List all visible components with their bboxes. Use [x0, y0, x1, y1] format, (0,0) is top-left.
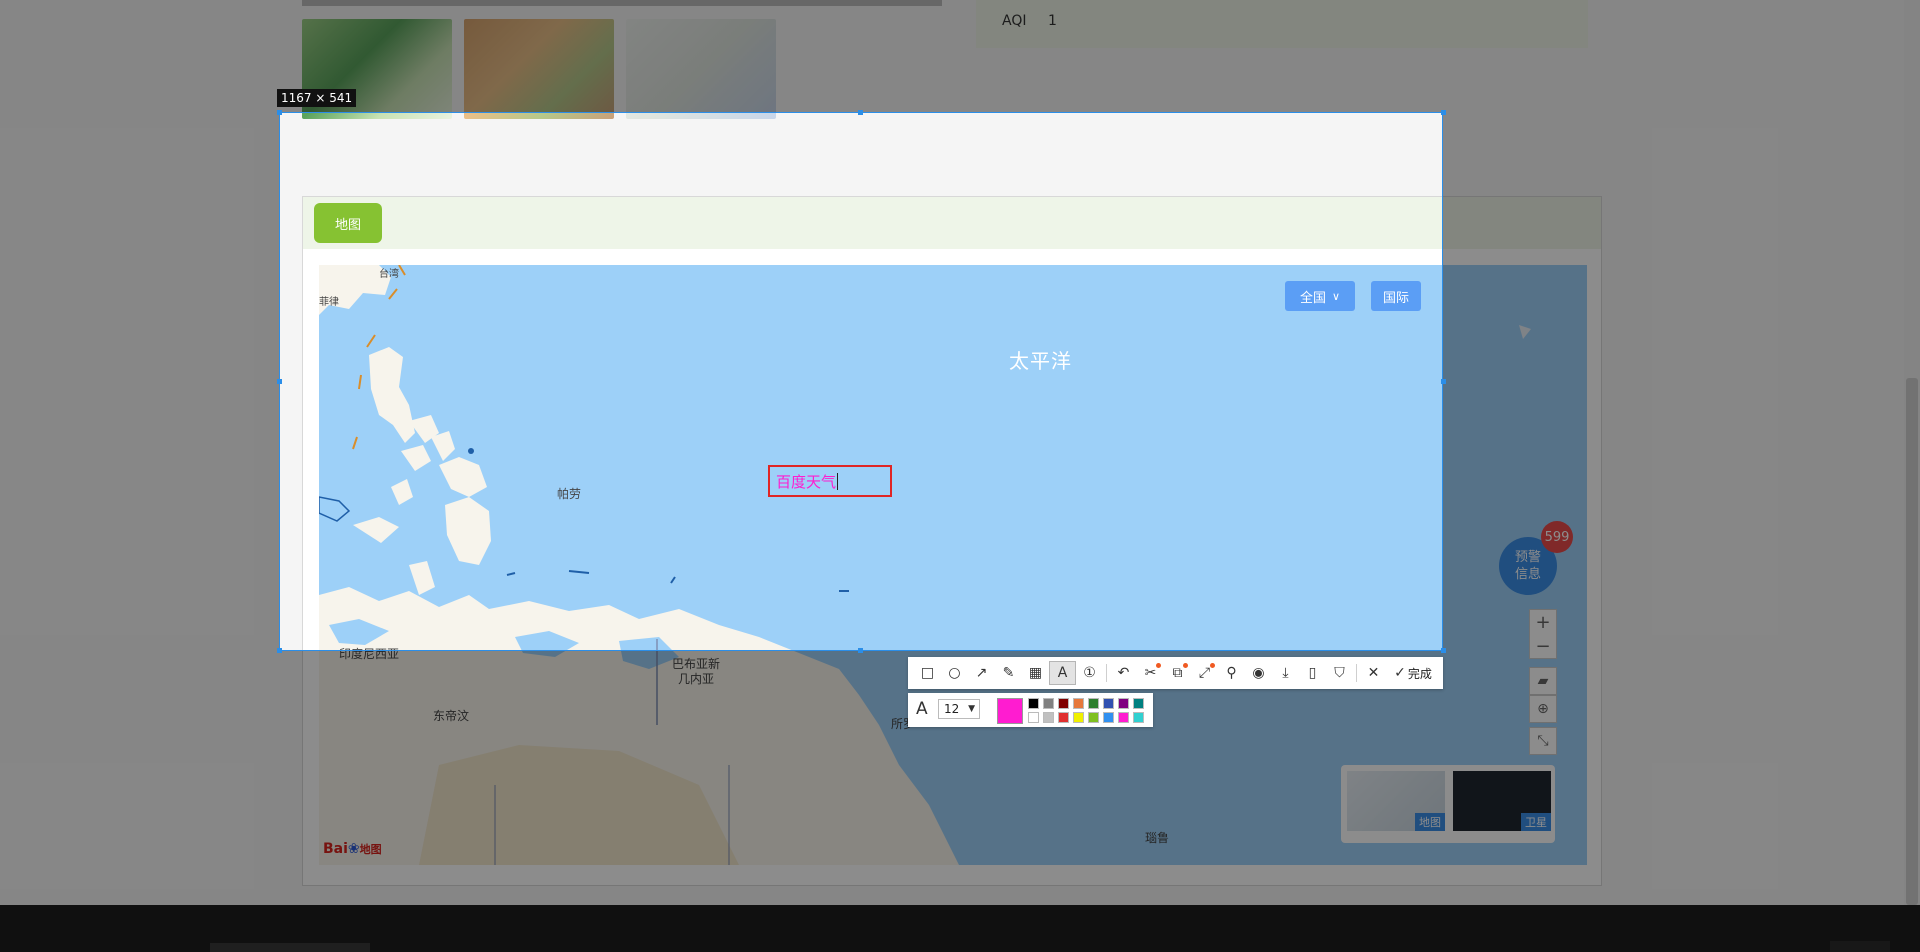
close-icon: ✕	[1367, 665, 1380, 681]
place-label-palau: 帕劳	[557, 487, 582, 501]
color-swatch[interactable]	[1088, 712, 1099, 723]
ocean-label: 太平洋	[1009, 349, 1072, 373]
resize-handle-ne[interactable]	[1441, 110, 1446, 115]
bookmark-tool[interactable]: ⛉	[1326, 661, 1353, 685]
dim-overlay-right	[1443, 112, 1920, 651]
resize-handle-w[interactable]	[277, 379, 282, 384]
ocr-icon: ⧉	[1172, 665, 1183, 681]
selection-size-label: 1167 × 541	[277, 89, 357, 107]
record-tool[interactable]: ◉	[1245, 661, 1272, 685]
current-color-swatch[interactable]	[997, 698, 1023, 724]
resize-handle-e[interactable]	[1441, 379, 1446, 384]
place-label-taiwan: 台湾	[379, 269, 399, 280]
tab-map[interactable]: 地图	[314, 203, 382, 243]
color-swatch[interactable]	[1073, 712, 1084, 723]
done-label: 完成	[1407, 666, 1432, 681]
pin-tool[interactable]: ⚲	[1218, 661, 1245, 685]
resize-handle-sw[interactable]	[277, 648, 282, 653]
new-feature-dot	[1183, 663, 1188, 668]
rectangle-tool[interactable]: □	[914, 661, 941, 685]
scroll-capture-icon: ⤢	[1198, 665, 1211, 681]
scissors-tool[interactable]: ✂	[1137, 661, 1164, 685]
scissors-icon: ✂	[1144, 665, 1157, 681]
resize-handle-s[interactable]	[858, 648, 863, 653]
arrow-icon: ↗	[975, 665, 988, 681]
mosaic-tool[interactable]: ▦	[1022, 661, 1049, 685]
record-icon: ◉	[1252, 665, 1265, 681]
serial-number-tool[interactable]: ①	[1076, 661, 1103, 685]
done-button[interactable]: ✓ 完成	[1387, 661, 1439, 685]
ellipse-tool[interactable]: ○	[941, 661, 968, 685]
map-card-header: 地图	[303, 197, 1601, 249]
pencil-tool[interactable]: ✎	[995, 661, 1022, 685]
color-swatch[interactable]	[1028, 712, 1039, 723]
dim-overlay-left	[0, 112, 279, 651]
scroll-capture-tool[interactable]: ⤢	[1191, 661, 1218, 685]
font-size-select[interactable]: 12 ▼	[938, 699, 980, 719]
cancel-button[interactable]: ✕	[1360, 661, 1387, 685]
color-swatch[interactable]	[1058, 712, 1069, 723]
chevron-down-icon: ∨	[1331, 289, 1341, 303]
text-annotation-box[interactable]: 百度天气	[768, 465, 892, 497]
download-icon: ⤓	[1282, 665, 1289, 681]
bookmark-icon: ⛉	[1334, 665, 1345, 681]
resize-handle-n[interactable]	[858, 110, 863, 115]
text-annotation[interactable]: 百度天气	[776, 471, 836, 492]
color-swatch[interactable]	[1073, 698, 1084, 709]
text-caret	[837, 472, 839, 490]
color-swatch[interactable]	[1028, 698, 1039, 709]
ocr-tool[interactable]: ⧉	[1164, 661, 1191, 685]
place-label-small: 菲律	[319, 297, 339, 308]
color-swatch[interactable]	[1058, 698, 1069, 709]
region-select-button[interactable]: 全国 ∨	[1285, 281, 1355, 311]
phone-tool[interactable]: ▯	[1299, 661, 1326, 685]
undo-tool[interactable]: ↶	[1110, 661, 1137, 685]
undo-icon: ↶	[1117, 665, 1130, 681]
resize-handle-se[interactable]	[1441, 648, 1446, 653]
ellipse-icon: ○	[948, 665, 961, 681]
arrow-tool[interactable]: ↗	[968, 661, 995, 685]
chevron-down-icon: ▼	[968, 704, 975, 714]
text-tool[interactable]: A	[1049, 661, 1076, 685]
download-tool[interactable]: ⤓	[1272, 661, 1299, 685]
rectangle-icon: □	[920, 665, 935, 681]
color-swatch[interactable]	[1133, 712, 1144, 723]
new-feature-dot	[1210, 663, 1215, 668]
font-icon: A	[916, 699, 928, 719]
toolbar-separator	[1356, 664, 1357, 682]
phone-icon: ▯	[1308, 665, 1317, 681]
color-swatch[interactable]	[1088, 698, 1099, 709]
international-button[interactable]: 国际	[1371, 281, 1421, 311]
text-settings-bar: A 12 ▼	[908, 693, 1153, 727]
color-swatch[interactable]	[1133, 698, 1144, 709]
pin-icon: ⚲	[1226, 665, 1237, 681]
pencil-icon: ✎	[1002, 665, 1015, 681]
capture-toolbar: □ ○ ↗ ✎ ▦ A ① ↶ ✂ ⧉ ⤢ ⚲ ◉ ⤓ ▯ ⛉ ✕ ✓ 完成	[908, 657, 1443, 689]
font-size-value: 12	[944, 702, 960, 716]
color-swatch[interactable]	[1118, 712, 1129, 723]
serial-number-icon: ①	[1083, 665, 1096, 681]
new-feature-dot	[1156, 663, 1161, 668]
color-swatch[interactable]	[1103, 712, 1114, 723]
region-select-label: 全国	[1299, 290, 1326, 306]
color-swatch[interactable]	[1118, 698, 1129, 709]
color-swatch[interactable]	[1103, 698, 1114, 709]
toolbar-separator	[1106, 664, 1107, 682]
mosaic-icon: ▦	[1028, 665, 1043, 681]
resize-handle-nw[interactable]	[277, 110, 282, 115]
color-swatch[interactable]	[1043, 712, 1054, 723]
check-icon: ✓	[1394, 665, 1406, 681]
text-icon: A	[1057, 665, 1068, 681]
color-swatch[interactable]	[1043, 698, 1054, 709]
